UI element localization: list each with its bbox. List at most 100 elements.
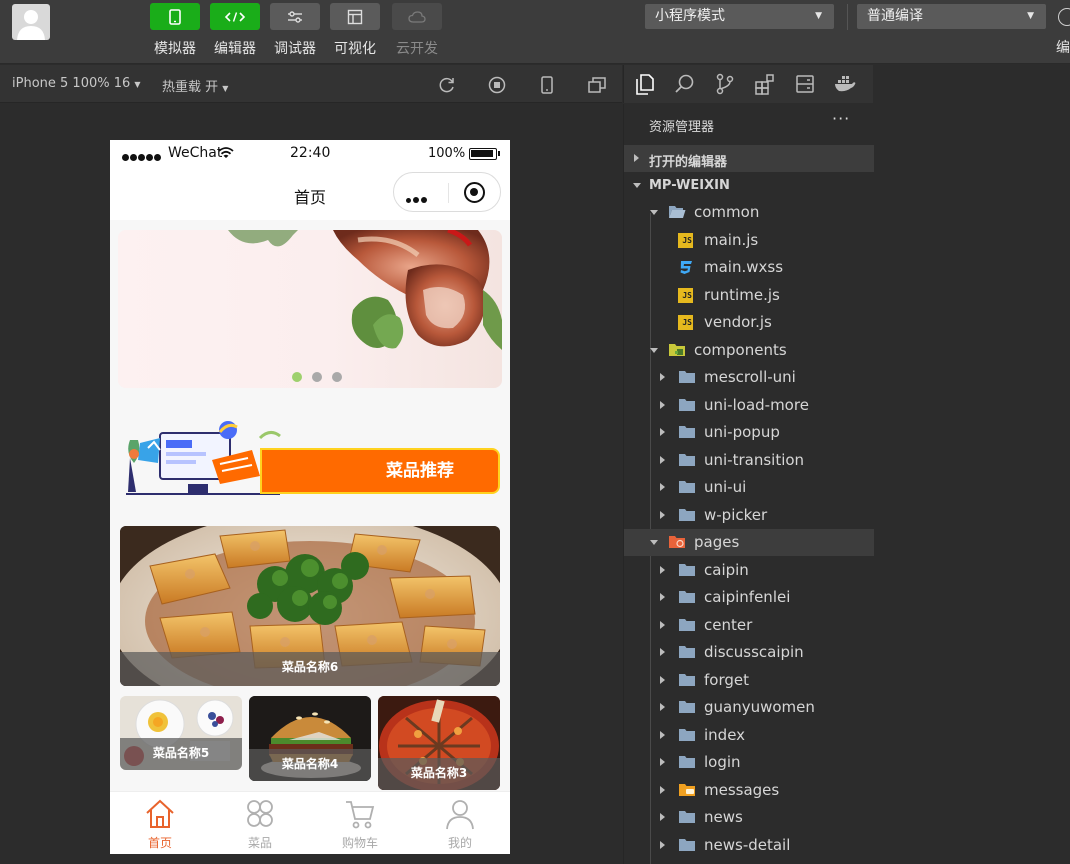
mode-select[interactable]: 小程序模式 ▼ (645, 4, 834, 29)
folder-item[interactable]: components (624, 337, 874, 364)
search-icon[interactable] (674, 73, 696, 95)
dish-card[interactable]: 菜品名称3 (378, 696, 500, 790)
compile-icon[interactable] (1058, 8, 1070, 26)
visual-label: 可视化 (334, 41, 376, 57)
featured-dish-card[interactable]: 菜品名称6 (120, 526, 500, 686)
device-select[interactable]: iPhone 5 100% 16 ▼ (12, 76, 141, 91)
grid-icon (247, 800, 273, 827)
chevron-right-icon (660, 675, 665, 684)
folder-item[interactable]: caipin (624, 557, 874, 584)
tree-item-label: runtime.js (704, 285, 780, 304)
file-item[interactable]: JS vendor.js (624, 309, 874, 336)
dish-name: 菜品名称3 (378, 758, 500, 790)
folder-icon (678, 694, 696, 721)
tree-item-label: uni-popup (704, 423, 780, 441)
top-toolbar: 模拟器 编辑器 调试器 可视化 云开发 小程序模式 ▼ 普通编译 ▼ 编 (0, 0, 1070, 64)
capsule-menu (393, 172, 501, 212)
dish-card[interactable]: 菜品名称4 (249, 696, 371, 781)
folder-item[interactable]: mescroll-uni (624, 364, 874, 391)
folder-item[interactable]: common (624, 199, 874, 226)
folder-item[interactable]: forget (624, 667, 874, 694)
files-icon[interactable] (634, 73, 656, 95)
tree-item-label: discusscaipin (704, 643, 804, 661)
folder-icon (678, 722, 696, 749)
compile-select[interactable]: 普通编译 ▼ (857, 4, 1046, 29)
file-item[interactable]: JS main.js (624, 227, 874, 254)
hot-reload-select[interactable]: 热重载 开 ▼ (162, 76, 228, 95)
js-file-icon: JS (678, 315, 693, 330)
carousel-indicator[interactable] (292, 367, 352, 386)
status-bar: WeChat 22:40 100% (110, 140, 510, 168)
folder-item[interactable]: discusscaipin (624, 639, 874, 666)
folder-icon (678, 612, 696, 639)
more-dots-icon[interactable] (406, 188, 429, 207)
tab-mine-label: 我的 (447, 836, 472, 850)
pages-folder-icon (668, 529, 686, 556)
signal-icon (122, 149, 162, 165)
tree-item-label: uni-ui (704, 478, 747, 496)
tree-item-label: login (704, 753, 741, 771)
chevron-right-icon (660, 428, 665, 436)
open-editors-label: 打开的编辑器 (649, 155, 728, 170)
folder-item[interactable]: center (624, 612, 874, 639)
tab-home[interactable]: 首页 (110, 792, 210, 854)
recommend-banner: 菜品推荐 (120, 418, 502, 498)
folder-icon (678, 364, 696, 391)
folder-item[interactable]: uni-ui (624, 474, 874, 501)
tree-item-label: uni-load-more (704, 395, 809, 414)
js-file-icon: JS (678, 232, 693, 248)
folder-item[interactable]: news-detail (624, 832, 874, 859)
folder-item[interactable]: login (624, 749, 874, 776)
folder-item[interactable]: messages (624, 777, 874, 804)
stop-icon[interactable] (487, 75, 507, 95)
recommend-title-bar[interactable]: 菜品推荐 (260, 448, 500, 494)
devtools-window: 模拟器 编辑器 调试器 可视化 云开发 小程序模式 ▼ 普通编译 ▼ 编 iPh… (0, 0, 1070, 864)
chevron-right-icon (660, 455, 665, 464)
chevron-right-icon (660, 730, 665, 739)
tree-item-label: common (694, 203, 760, 221)
folder-item[interactable]: index (624, 722, 874, 749)
simulator-button[interactable]: 模拟器 (150, 3, 200, 59)
folder-item[interactable]: pages (624, 529, 874, 556)
tab-cart[interactable]: 购物车 (310, 792, 410, 854)
docker-icon[interactable] (834, 73, 856, 95)
project-root-section[interactable]: MP-WEIXIN (624, 172, 874, 199)
open-editors-section[interactable]: 打开的编辑器 (624, 145, 874, 172)
file-item[interactable]: JS runtime.js (624, 282, 874, 309)
storage-icon[interactable] (794, 73, 816, 95)
dish-card[interactable]: 菜品名称5 (120, 696, 242, 770)
tab-mine[interactable]: 我的 (410, 792, 510, 854)
folder-item[interactable]: uni-transition (624, 447, 874, 474)
folder-item[interactable]: uni-load-more (624, 392, 874, 419)
folder-item[interactable]: news (624, 804, 874, 831)
folder-icon (678, 832, 696, 859)
tree-item-label: main.wxss (704, 258, 784, 276)
folder-item[interactable]: uni-popup (624, 419, 874, 446)
chevron-right-icon (660, 510, 665, 519)
folder-item[interactable]: w-picker (624, 502, 874, 529)
folder-icon (678, 804, 696, 831)
editor-button[interactable]: 编辑器 (210, 3, 260, 59)
extensions-icon[interactable] (754, 73, 776, 95)
close-mini-program-icon[interactable] (464, 182, 485, 203)
refresh-icon[interactable] (437, 75, 457, 95)
banner-carousel[interactable] (118, 230, 502, 388)
folder-item[interactable]: caipinfenlei (624, 584, 874, 611)
source-control-icon[interactable] (714, 73, 736, 95)
file-item[interactable]: main.wxss (624, 254, 874, 281)
visual-button[interactable]: 可视化 (330, 3, 380, 59)
folder-item[interactable]: guanyuwomen (624, 694, 874, 721)
cloud-dev-button[interactable]: 云开发 (392, 3, 442, 59)
detach-window-icon[interactable] (587, 75, 607, 95)
tree-item-label: caipin (704, 560, 749, 579)
debugger-button[interactable]: 调试器 (270, 3, 320, 59)
folder-icon (678, 584, 696, 611)
avatar[interactable] (12, 4, 50, 40)
chevron-down-icon: ▼ (134, 80, 141, 89)
device-icon[interactable] (537, 75, 557, 95)
tree-item-label: vendor.js (704, 313, 772, 331)
cloud-icon (392, 3, 442, 30)
tab-dishes[interactable]: 菜品 (210, 792, 310, 854)
tree-item-label: center (704, 615, 753, 634)
more-actions-icon[interactable]: ··· (832, 109, 850, 128)
